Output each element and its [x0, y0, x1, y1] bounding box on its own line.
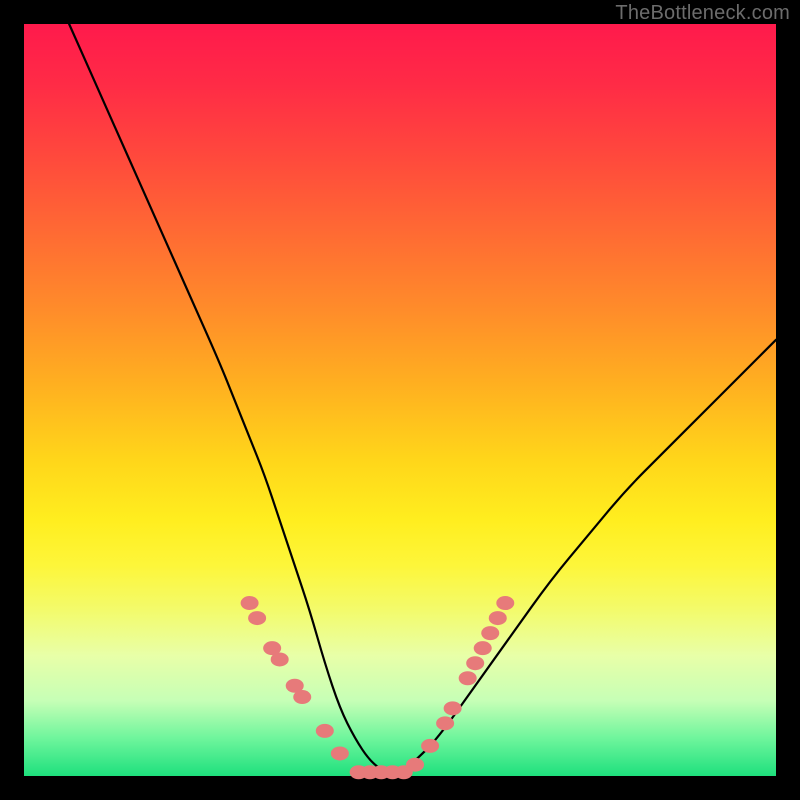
marker-dot	[489, 611, 507, 625]
curve-layer	[24, 24, 776, 776]
marker-dot	[248, 611, 266, 625]
marker-dot	[316, 724, 334, 738]
marker-dot	[459, 671, 477, 685]
marker-dot	[406, 758, 424, 772]
marker-dot	[474, 641, 492, 655]
marker-dot	[466, 656, 484, 670]
marker-dot	[496, 596, 514, 610]
marker-dot	[293, 690, 311, 704]
marker-dot	[241, 596, 259, 610]
watermark-text: TheBottleneck.com	[615, 2, 790, 25]
marker-dot	[436, 716, 454, 730]
bottleneck-curve	[69, 24, 776, 772]
marker-dot	[444, 701, 462, 715]
marker-dot	[331, 746, 349, 760]
marker-dot	[421, 739, 439, 753]
marker-dot	[271, 652, 289, 666]
chart-frame: TheBottleneck.com	[0, 0, 800, 800]
marker-dot	[481, 626, 499, 640]
